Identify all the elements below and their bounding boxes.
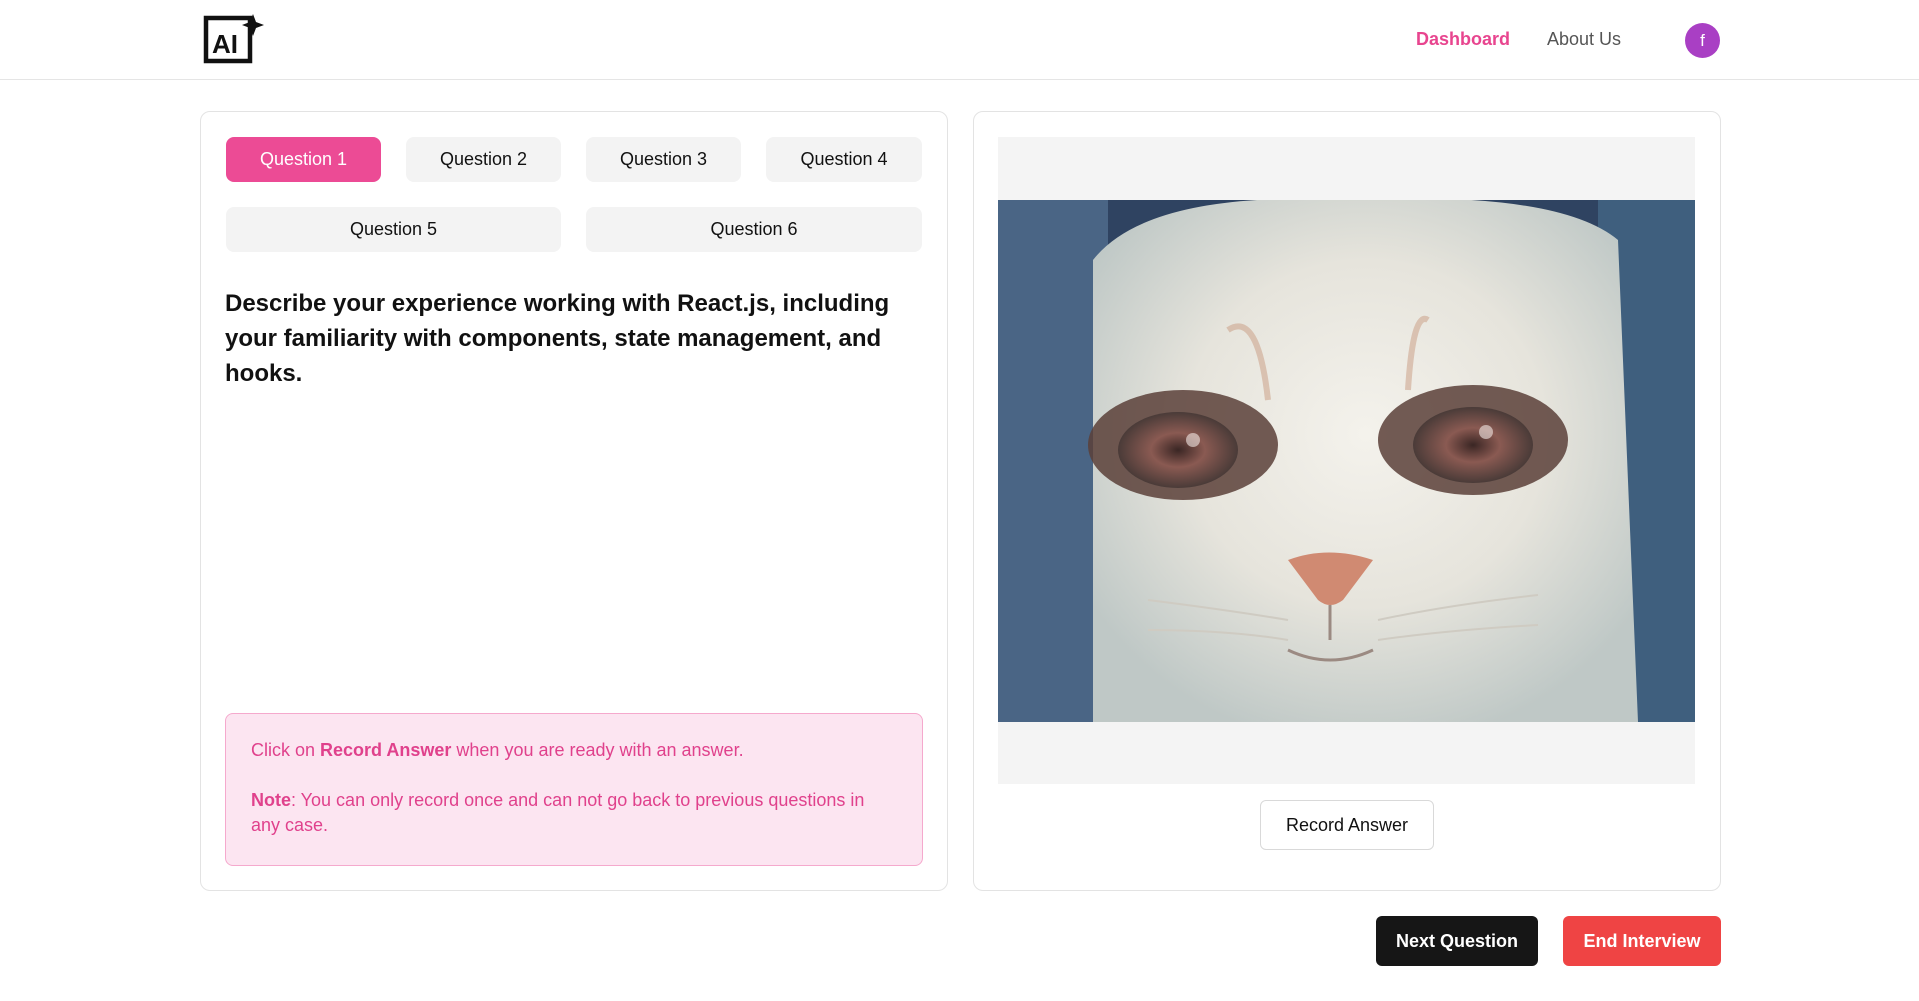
note-label: Note <box>251 790 291 810</box>
logo-text: AI <box>212 29 238 59</box>
user-avatar[interactable]: f <box>1685 23 1720 58</box>
tab-question-5[interactable]: Question 5 <box>226 207 561 252</box>
question-text: Describe your experience working with Re… <box>225 290 890 387</box>
instruction-note: Click on Record Answer when you are read… <box>225 713 923 866</box>
ai-logo-icon[interactable]: AI <box>203 12 265 66</box>
tab-question-6[interactable]: Question 6 <box>586 207 922 252</box>
top-navbar: AI Dashboard About Us f <box>0 0 1919 80</box>
note-text: : You can only record once and can not g… <box>251 790 865 835</box>
next-question-button[interactable]: Next Question <box>1376 916 1538 966</box>
nav-about-link[interactable]: About Us <box>1547 27 1621 51</box>
note-line: Note: You can only record once and can n… <box>251 788 897 838</box>
instruction-prefix: Click on <box>251 740 321 760</box>
instruction-bold: Record Answer <box>320 740 452 760</box>
nav-dashboard-link[interactable]: Dashboard <box>1416 27 1510 51</box>
webcam-video-feed <box>998 200 1695 722</box>
end-interview-button[interactable]: End Interview <box>1563 916 1721 966</box>
record-answer-button[interactable]: Record Answer <box>1260 800 1434 850</box>
instruction-line: Click on Record Answer when you are read… <box>251 738 897 763</box>
tab-question-4[interactable]: Question 4 <box>766 137 922 182</box>
instruction-suffix: when you are ready with an answer. <box>451 740 744 760</box>
tab-question-1[interactable]: Question 1 <box>226 137 381 182</box>
tab-question-3[interactable]: Question 3 <box>586 137 741 182</box>
tab-question-2[interactable]: Question 2 <box>406 137 561 182</box>
